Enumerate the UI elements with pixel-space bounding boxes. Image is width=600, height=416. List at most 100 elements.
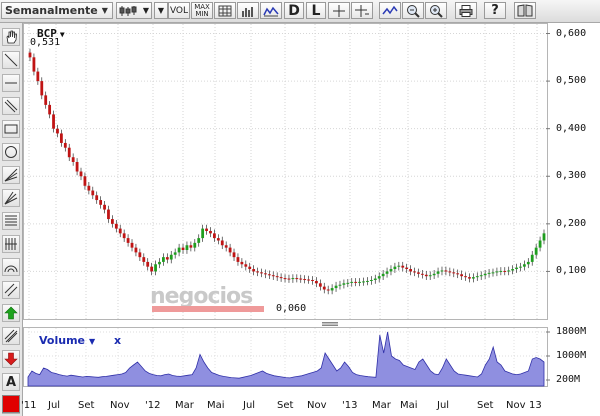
candle-body [99,200,103,205]
candle-body [511,269,515,271]
x-tick-label: Mai [400,400,418,411]
x-tick-label: Nov [110,400,130,411]
x-tick-label: '13 [342,400,358,411]
volume-area [27,331,545,387]
volume-indicator-dropdown[interactable]: Volume ▼ [39,334,95,347]
candle-body [526,261,530,265]
candle-body [503,270,507,272]
x-tick-label: '11 [21,400,37,411]
y-tick-label: 0,500 [556,75,587,87]
candle-body [32,57,36,72]
candle-body [162,257,165,262]
candle-body [138,252,142,258]
x-tick-label: Jul [437,400,450,411]
candle-body [252,269,256,272]
x-tick-label: Set [477,400,494,411]
candle-body [377,276,381,279]
candle-body [103,204,106,210]
candle-body [350,281,354,283]
y-tick-label: 0,600 [556,27,587,39]
x-tick-label: '12 [145,400,161,411]
candle-body [483,273,487,276]
candle-body [405,267,409,270]
candle-body [452,272,456,274]
candle-body [71,157,75,162]
candle-body [460,274,464,277]
candle-body [150,266,154,272]
candle-body [295,278,299,280]
candle-body [158,261,161,265]
candle-body [487,272,491,274]
candle-body [444,270,448,272]
candle-body [142,257,146,262]
candle-body [220,240,224,246]
candle-body [346,282,350,284]
candle-body [216,238,220,241]
x-tick-label: 13 [529,400,542,411]
candle-body [122,233,126,239]
panel-splitter-handle[interactable] [322,322,338,326]
candle-body [381,273,385,277]
y-tick-label: 0,300 [556,170,587,182]
candle-body [318,283,322,287]
candle-body [205,228,208,231]
candle-body [87,185,91,191]
candle-body [267,274,271,276]
candle-body [197,238,201,243]
candle-body [468,277,471,279]
candle-body [240,261,244,265]
candle-body [522,264,526,267]
candle-body [338,284,342,286]
x-tick-label: Mai [207,400,225,411]
candle-body [397,265,401,267]
candle-body [118,228,122,234]
min-value-label: 0,060 [276,303,307,314]
chevron-down-icon: ▼ [89,337,96,346]
candle-body [79,171,83,177]
x-tick-label: Set [277,400,294,411]
candle-body [260,272,263,274]
candle-body [244,264,248,267]
candle-body [40,81,44,96]
candle-body [177,247,181,253]
y-tick-label: 0,400 [556,122,587,134]
candle-body [56,128,59,134]
candle-body [342,283,346,285]
y-tick-label: 0,200 [556,217,587,229]
chart-canvas [24,24,550,387]
candle-body [59,133,63,143]
candle-body [91,190,95,196]
candle-body [209,230,212,234]
candle-body [173,252,177,255]
candle-body [95,195,99,201]
candle-body [44,95,48,105]
volume-close-button[interactable]: x [114,334,121,347]
x-tick-label: Jul [243,400,256,411]
candle-body [189,245,193,248]
candle-body [52,114,55,129]
candle-body [362,281,365,283]
candle-body [393,266,397,270]
candle-body [330,288,334,291]
candle-body [440,270,444,272]
candle-body [181,247,185,251]
candle-body [36,71,40,82]
watermark-logo: negocios [150,284,264,312]
candle-body [326,289,330,291]
candle-body [224,245,228,248]
candle-body [169,254,173,260]
candle-body [311,279,314,281]
candle-body [264,273,267,275]
candle-body [110,219,114,224]
candle-body [369,279,373,281]
candle-body [146,261,150,267]
candle-body [515,267,518,270]
x-tick-label: Nov [307,400,327,411]
candle-body [303,279,307,281]
candle-body [307,279,310,281]
candle-body [287,278,291,280]
x-tick-label: Set [78,400,95,411]
candle-body [213,233,216,239]
candle-body [495,271,499,273]
candle-body [436,271,440,274]
